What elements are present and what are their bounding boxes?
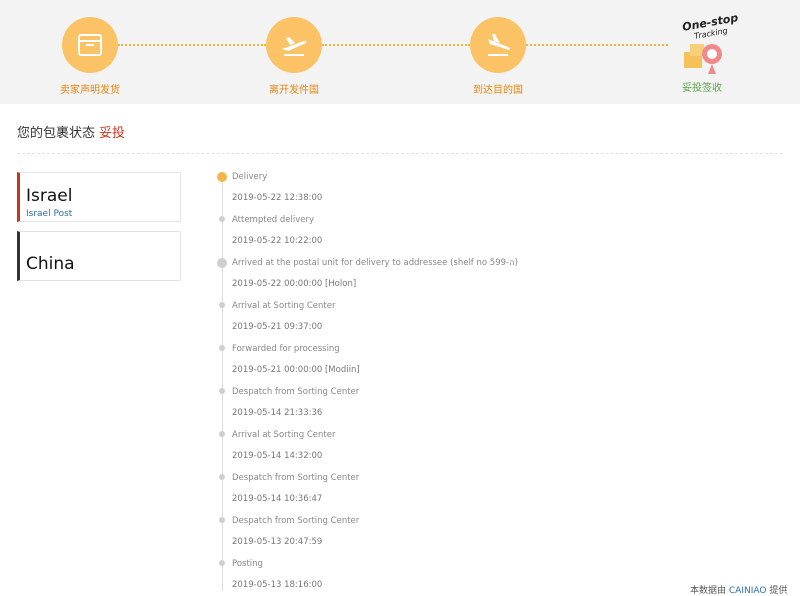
timeline-event: Arrival at Sorting Center 2019-05-14 14:… <box>232 430 335 461</box>
cainiao-link[interactable]: CAINIAO <box>729 586 767 596</box>
timeline-dot <box>217 258 227 268</box>
event-time: 2019-05-13 18:16:00 <box>232 580 323 590</box>
divider <box>17 153 783 154</box>
event-description: Despatch from Sorting Center <box>232 473 360 483</box>
package-icon <box>62 17 118 73</box>
timeline-line <box>222 178 223 591</box>
step-label: 妥投签收 <box>682 83 722 94</box>
current-status-icon <box>217 172 227 182</box>
step-label: 到达目的国 <box>473 85 523 96</box>
step-delivered: 妥投签收 <box>622 79 782 94</box>
event-time: 2019-05-13 20:47:59 <box>232 537 323 547</box>
timeline-dot <box>219 345 225 351</box>
plane-landing-icon <box>470 17 526 73</box>
timeline-event: Forwarded for processing 2019-05-21 00:0… <box>232 344 360 375</box>
timeline-event: Posting 2019-05-13 18:16:00 <box>232 559 322 590</box>
timeline-event: Despatch from Sorting Center 2019-05-14 … <box>232 387 359 418</box>
event-description: Forwarded for processing <box>232 344 340 354</box>
timeline-dot <box>219 216 225 222</box>
one-stop-tracking-icon: One-stop Tracking <box>672 11 742 84</box>
event-description: Arrived at the postal unit for delivery … <box>232 258 518 268</box>
timeline-dot <box>219 302 225 308</box>
package-status: 您的包裹状态 妥投 <box>17 122 125 141</box>
timeline-dot <box>219 431 225 437</box>
event-time: 2019-05-22 00:00:00 [Holon] <box>232 279 357 289</box>
event-time: 2019-05-21 09:37:00 <box>232 322 323 332</box>
plane-takeoff-icon <box>266 17 322 73</box>
country-tab-china[interactable]: China <box>17 231 181 281</box>
timeline-event: Delivery 2019-05-22 12:38:00 <box>232 172 322 203</box>
step-left-origin: 离开发件国 <box>214 17 374 96</box>
timeline-dot <box>219 388 225 394</box>
step-label: 卖家声明发货 <box>60 85 120 96</box>
timeline-event: Arrival at Sorting Center 2019-05-21 09:… <box>232 301 335 332</box>
event-time: 2019-05-21 00:00:00 [Modiin] <box>232 365 360 375</box>
country-name: China <box>26 254 75 274</box>
timeline-event: Despatch from Sorting Center 2019-05-13 … <box>232 516 359 547</box>
step-label: 离开发件国 <box>269 85 319 96</box>
status-label: 您的包裹状态 <box>17 126 96 141</box>
data-source-credit: 本数据由 CAINIAO 提供 <box>690 586 788 596</box>
event-time: 2019-05-22 12:38:00 <box>232 193 323 203</box>
event-description: Arrival at Sorting Center <box>232 301 336 311</box>
carrier-link[interactable]: Israel Post <box>26 209 72 219</box>
timeline-event: Despatch from Sorting Center 2019-05-14 … <box>232 473 359 504</box>
step-seller-shipped: 卖家声明发货 <box>10 17 170 96</box>
event-time: 2019-05-14 14:32:00 <box>232 451 323 461</box>
event-description: Attempted delivery <box>232 215 315 225</box>
country-tab-israel[interactable]: Israel Israel Post <box>17 172 181 222</box>
timeline-dot <box>219 560 225 566</box>
timeline-dot <box>219 517 225 523</box>
country-name: Israel <box>26 186 73 206</box>
timeline-dot <box>219 474 225 480</box>
timeline-event: Arrived at the postal unit for delivery … <box>232 258 518 289</box>
event-time: 2019-05-22 10:22:00 <box>232 236 323 246</box>
event-description: Posting <box>232 559 263 569</box>
event-description: Arrival at Sorting Center <box>232 430 336 440</box>
step-arrived-destination: 到达目的国 <box>418 17 578 96</box>
event-description: Delivery <box>232 172 268 182</box>
event-description: Despatch from Sorting Center <box>232 387 360 397</box>
event-time: 2019-05-14 21:33:36 <box>232 408 323 418</box>
event-description: Despatch from Sorting Center <box>232 516 360 526</box>
timeline-event: Attempted delivery 2019-05-22 10:22:00 <box>232 215 322 246</box>
progress-bar: 卖家声明发货 离开发件国 到达目的国 One-stop Tracking 妥投签… <box>0 0 800 104</box>
status-value: 妥投 <box>99 126 126 141</box>
event-time: 2019-05-14 10:36:47 <box>232 494 323 504</box>
